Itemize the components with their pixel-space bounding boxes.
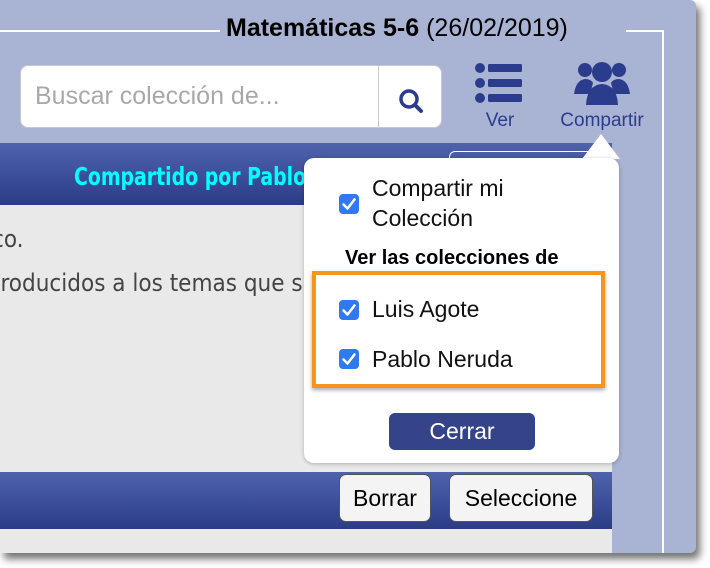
collection-date: (26/02/2019) [426, 14, 568, 42]
collection-label-luis-agote[interactable]: Luis Agote [372, 296, 479, 323]
collection-checkbox-luis-agote[interactable] [339, 300, 359, 320]
compartir-label: Compartir [560, 110, 644, 131]
seleccione-button[interactable]: Seleccione [449, 474, 593, 522]
share-my-collection-label[interactable]: Compartir mi Colección [372, 173, 504, 233]
list-icon [475, 63, 522, 103]
collection-checkbox-pablo-neruda[interactable] [339, 349, 359, 369]
title-divider-right [626, 30, 664, 32]
checkmark-icon [342, 304, 356, 316]
search-button[interactable] [378, 66, 443, 127]
frame-right-border [662, 30, 664, 553]
checkmark-icon [342, 353, 356, 365]
panel-text-line-2: troducidos a los temas que s [0, 269, 303, 297]
collection-label-pablo-neruda[interactable]: Pablo Neruda [372, 346, 513, 373]
popover-arrow [582, 134, 620, 159]
users-icon [574, 62, 630, 105]
borrar-button[interactable]: Borrar [339, 474, 431, 522]
compartir-button[interactable]: Compartir [552, 58, 652, 132]
close-button[interactable]: Cerrar [389, 413, 535, 450]
search-box [20, 65, 442, 128]
share-my-collection-line-2: Colección [372, 205, 473, 231]
title-divider-left [0, 30, 220, 32]
ver-button[interactable]: Ver [468, 62, 532, 132]
share-popover: Compartir mi Colección Ver las coleccion… [304, 158, 619, 463]
collections-section-title: Ver las colecciones de [345, 247, 559, 269]
share-my-collection-checkbox[interactable] [339, 194, 359, 214]
panel-text-line-1: co. [0, 225, 24, 253]
ver-label: Ver [485, 110, 515, 131]
checkmark-icon [342, 198, 356, 210]
share-my-collection-line-1: Compartir mi [372, 175, 504, 201]
panel-footer: Borrar Seleccione [0, 472, 612, 529]
search-icon [399, 89, 423, 113]
collection-title: Matemáticas 5-6 [226, 14, 420, 42]
page-title: Matemáticas 5-6 (26/02/2019) [226, 14, 568, 43]
search-input[interactable] [35, 82, 375, 111]
